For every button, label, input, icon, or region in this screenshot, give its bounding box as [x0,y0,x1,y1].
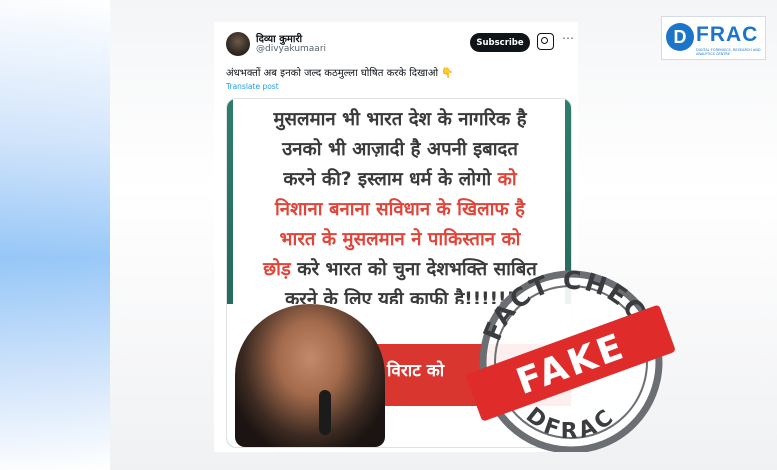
banner-text: विराट को [387,361,445,381]
author-name[interactable]: दिव्या कुमारी [256,31,302,45]
dfrac-logo: D FRAC DIGITAL FORENSICS, RESEARCH AND A… [661,16,766,60]
more-options-icon[interactable]: ⋯ [562,31,574,45]
subscribe-button[interactable]: Subscribe [470,33,530,52]
hindi-line-segment: मुसलमान भी भारत देश के नागरिक है [273,109,527,130]
hindi-line: करने की? इस्लाम धर्म के लोगो को [241,165,559,195]
hindi-line-segment: भारत के मुसलमान ने पाकिस्तान को [279,229,521,250]
author-handle[interactable]: @divyakumaari [256,44,326,54]
hindi-line-segment: को [497,169,517,190]
microphone-icon [319,390,331,435]
grok-icon[interactable] [537,33,554,50]
hindi-line-segment: उनको भी आज़ादी है अपनी इबादत [282,139,518,160]
translate-post-link[interactable]: Translate post [226,82,279,91]
avatar[interactable] [226,32,250,56]
hindi-line: मुसलमान भी भारत देश के नागरिक है [241,105,559,135]
hindi-line: निशाना बनाना सविधान के खिलाफ है [241,195,559,225]
logo-subtitle: DIGITAL FORENSICS, RESEARCH AND ANALYTIC… [696,48,761,56]
person-photo [235,304,385,447]
logo-text: FRAC [696,23,759,46]
logo-letter: D [666,23,694,51]
hindi-line-segment: छोड़ [263,259,291,280]
tweet-text: अंधभक्तों अब इनको जल्द कठमुल्ला घोषित कर… [226,68,454,79]
hindi-line: उनको भी आज़ादी है अपनी इबादत [241,135,559,165]
hindi-line-segment: करने की? इस्लाम धर्म के लोगो [283,169,498,190]
left-gradient-decoration [0,0,110,470]
hindi-line: भारत के मुसलमान ने पाकिस्तान को [241,225,559,255]
fake-stamp: FACT CHECK DFRAC FAKE [466,266,675,452]
hindi-line-segment: निशाना बनाना सविधान के खिलाफ है [275,199,525,220]
